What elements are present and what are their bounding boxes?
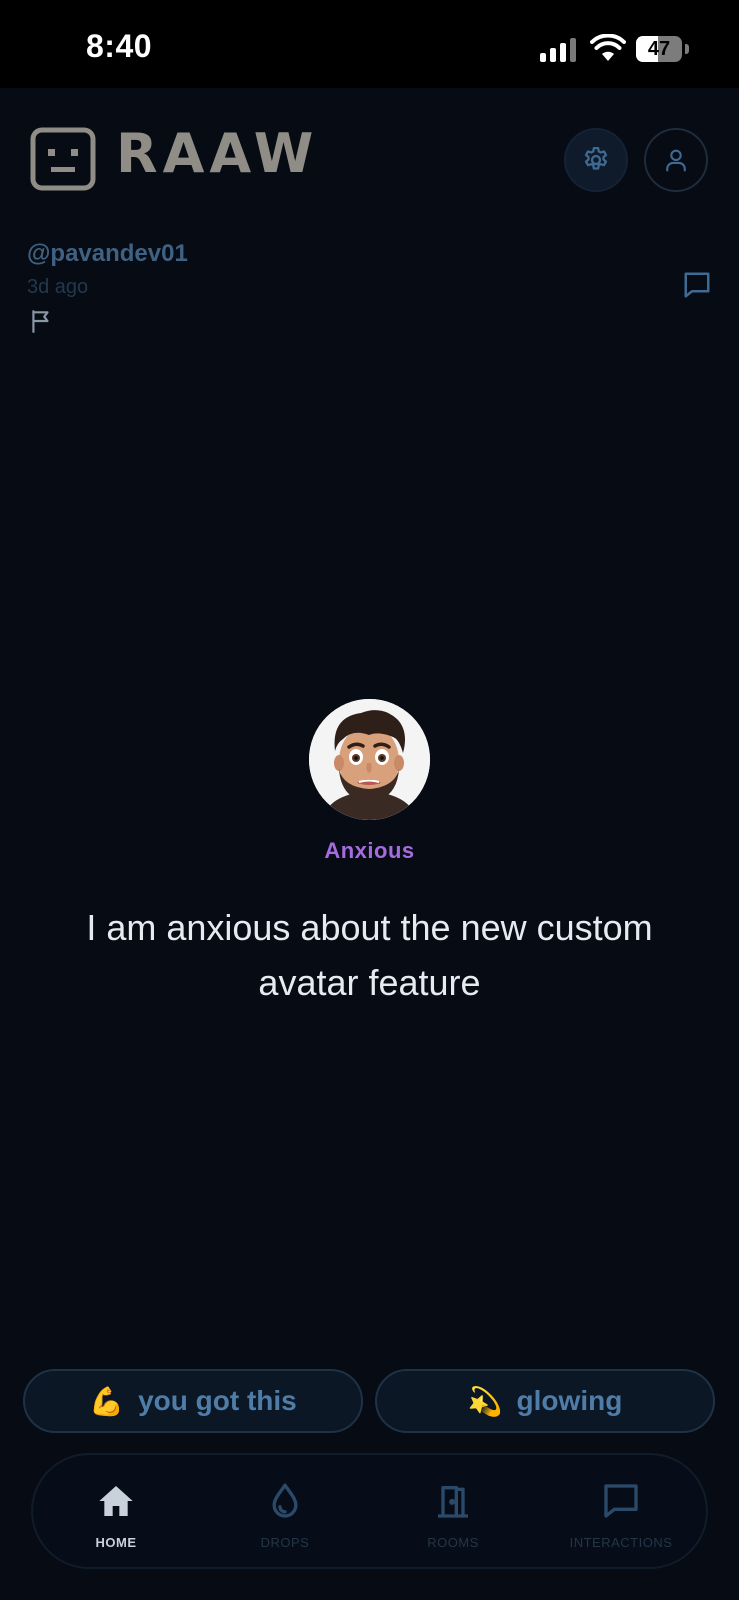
chat-icon bbox=[604, 1484, 638, 1518]
nav-label-interactions: INTERACTIONS bbox=[569, 1535, 673, 1550]
nav-item-rooms[interactable]: ROOMS bbox=[378, 1455, 528, 1571]
reaction-button-you-got-this[interactable]: 💪 you got this bbox=[23, 1369, 363, 1433]
status-time: 8:40 bbox=[86, 28, 153, 64]
nav-label-rooms: ROOMS bbox=[427, 1535, 479, 1550]
wifi-icon bbox=[590, 34, 626, 61]
logo-face-icon bbox=[30, 127, 96, 191]
avatar-face-image bbox=[309, 699, 430, 820]
post-text: I am anxious about the new custom avatar… bbox=[86, 907, 653, 1003]
gear-icon bbox=[584, 147, 608, 170]
nav-item-interactions[interactable]: INTERACTIONS bbox=[546, 1455, 696, 1571]
post-avatar bbox=[309, 699, 430, 820]
comment-icon[interactable] bbox=[682, 270, 712, 300]
user-icon bbox=[666, 149, 686, 172]
battery-icon: 47 bbox=[636, 36, 682, 62]
flexed-biceps-icon: 💪 bbox=[89, 1384, 125, 1418]
profile-button[interactable] bbox=[644, 128, 708, 192]
nav-item-home[interactable]: HOME bbox=[41, 1455, 191, 1571]
cellular-signal-icon bbox=[540, 38, 578, 62]
flag-icon[interactable] bbox=[28, 308, 54, 334]
door-icon bbox=[438, 1486, 468, 1518]
post-username[interactable]: @pavandev01 bbox=[27, 240, 188, 268]
drop-icon bbox=[272, 1483, 298, 1518]
home-icon bbox=[99, 1486, 133, 1516]
mood-label: Anxious bbox=[324, 838, 415, 863]
reaction-button-glowing[interactable]: 💫 glowing bbox=[375, 1369, 715, 1433]
bottom-navigation: HOME DROPS ROOMS INTERACTIONS bbox=[31, 1453, 708, 1569]
settings-button[interactable] bbox=[564, 128, 628, 192]
dizzy-star-icon: 💫 bbox=[467, 1384, 503, 1418]
nav-label-drops: DROPS bbox=[260, 1535, 310, 1550]
battery-nub bbox=[685, 44, 689, 54]
nav-item-drops[interactable]: DROPS bbox=[210, 1455, 360, 1571]
post-timestamp: 3d ago bbox=[27, 276, 89, 298]
status-bar: 8:40 47 bbox=[0, 0, 739, 88]
app-screen: 8:40 47 RAAW @pavandev01 3d ago Anxious … bbox=[0, 0, 739, 1600]
reaction-label: you got this bbox=[138, 1385, 297, 1416]
app-logo-text: RAAW bbox=[116, 122, 319, 185]
battery-percent: 47 bbox=[647, 38, 671, 60]
nav-label-home: HOME bbox=[95, 1535, 137, 1550]
reaction-label: glowing bbox=[516, 1385, 623, 1416]
